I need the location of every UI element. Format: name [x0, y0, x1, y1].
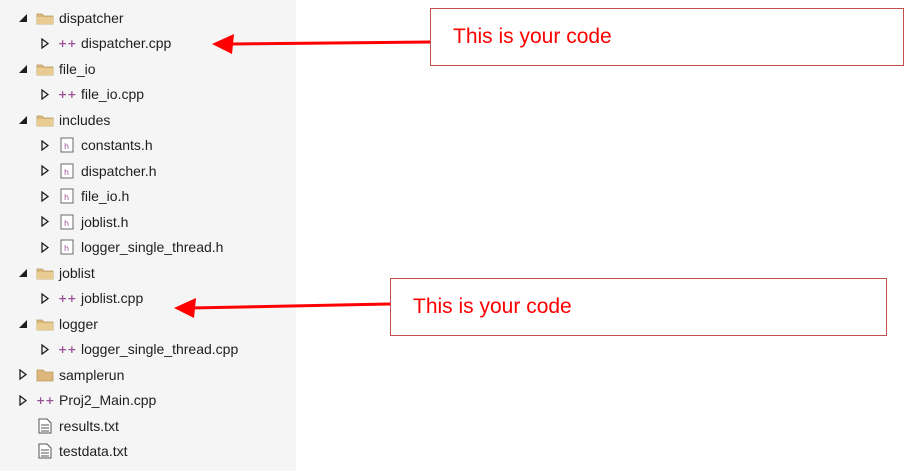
callout-text: This is your code — [413, 295, 572, 318]
svg-text:h: h — [64, 142, 69, 151]
svg-text:h: h — [64, 168, 69, 177]
collapsed-triangle-icon[interactable] — [40, 88, 50, 100]
tree-item-label: samplerun — [59, 366, 125, 383]
collapsed-triangle-icon[interactable] — [40, 343, 50, 355]
header-file-icon: h — [58, 163, 76, 179]
tree-item-logger[interactable]: logger — [0, 311, 296, 336]
tree-item-label: file_io.cpp — [81, 86, 145, 102]
tree-item-logger-single-thread-cpp[interactable]: ++ logger_single_thread.cpp — [0, 337, 296, 362]
tree-item-file-io-cpp[interactable]: ++ file_io.cpp — [0, 82, 296, 107]
tree-item-label: constants.h — [81, 137, 153, 153]
tree-item-label: file_io.h — [81, 188, 130, 204]
tree-item-label: results.txt — [59, 417, 119, 434]
tree-item-dispatcher-h[interactable]: h dispatcher.h — [0, 158, 296, 183]
tree-item-label: testdata.txt — [59, 443, 128, 459]
tree-item-constants-h[interactable]: h constants.h — [0, 133, 296, 158]
folder-open-icon — [36, 265, 54, 281]
collapsed-triangle-icon[interactable] — [40, 165, 50, 177]
folder-open-icon — [36, 112, 54, 128]
svg-text:++: ++ — [58, 292, 76, 304]
tree-item-logger-single-thread-h[interactable]: h logger_single_thread.h — [0, 235, 296, 260]
expanded-triangle-icon[interactable] — [18, 114, 28, 126]
collapsed-triangle-icon[interactable] — [40, 190, 50, 202]
svg-text:h: h — [64, 193, 69, 202]
header-file-icon: h — [58, 239, 76, 255]
cpp-file-icon: ++ — [36, 392, 54, 408]
header-file-icon: h — [58, 188, 76, 204]
collapsed-triangle-icon[interactable] — [18, 394, 28, 406]
expanded-triangle-icon[interactable] — [18, 12, 28, 24]
tree-item-dispatcher-cpp[interactable]: ++ dispatcher.cpp — [0, 31, 296, 56]
tree-item-label: joblist.h — [81, 213, 129, 230]
text-file-icon — [36, 443, 54, 459]
svg-text:h: h — [64, 244, 69, 253]
tree-item-label: logger_single_thread.cpp — [81, 341, 239, 357]
collapsed-triangle-icon[interactable] — [40, 139, 50, 151]
tree-item-file-io-h[interactable]: h file_io.h — [0, 184, 296, 209]
svg-text:++: ++ — [58, 37, 76, 49]
tree-item-label: Proj2_Main.cpp — [59, 392, 157, 408]
collapsed-triangle-icon[interactable] — [40, 241, 50, 253]
tree-item-joblist[interactable]: joblist — [0, 260, 296, 285]
text-file-icon — [36, 418, 54, 434]
tree-item-label: joblist.cpp — [81, 290, 144, 306]
svg-text:++: ++ — [36, 394, 54, 406]
expanded-triangle-icon[interactable] — [18, 318, 28, 330]
tree-item-results-txt[interactable]: results.txt — [0, 413, 296, 438]
tree-item-testdata-txt[interactable]: testdata.txt — [0, 439, 296, 464]
solution-explorer-tree: dispatcher ++ dispatcher.cpp file_io ++ file_… — [0, 0, 296, 471]
svg-text:h: h — [64, 219, 69, 228]
cpp-file-icon: ++ — [58, 290, 76, 306]
tree-item-joblist-cpp[interactable]: ++ joblist.cpp — [0, 286, 296, 311]
collapsed-triangle-icon[interactable] — [40, 37, 50, 49]
header-file-icon: h — [58, 137, 76, 153]
collapsed-triangle-icon[interactable] — [18, 369, 28, 381]
tree-item-includes[interactable]: includes — [0, 107, 296, 132]
tree-item-label: dispatcher.h — [81, 162, 157, 179]
svg-text:++: ++ — [58, 88, 76, 100]
tree-item-samplerun[interactable]: samplerun — [0, 362, 296, 387]
expanded-triangle-icon[interactable] — [18, 267, 28, 279]
tree-item-label: logger_single_thread.h — [81, 239, 224, 255]
tree-item-joblist-h[interactable]: h joblist.h — [0, 209, 296, 234]
folder-open-icon — [36, 61, 54, 77]
cpp-file-icon: ++ — [58, 341, 76, 357]
tree-item-label: logger — [59, 315, 98, 332]
expanded-triangle-icon[interactable] — [18, 63, 28, 75]
folder-icon — [36, 367, 54, 383]
callout-dispatcher: This is your code — [430, 8, 904, 66]
header-file-icon: h — [58, 214, 76, 230]
cpp-file-icon: ++ — [58, 35, 76, 51]
tree-item-dispatcher[interactable]: dispatcher — [0, 5, 296, 30]
callout-text: This is your code — [453, 25, 612, 48]
tree-item-file-io[interactable]: file_io — [0, 56, 296, 81]
svg-text:++: ++ — [58, 343, 76, 355]
callout-joblist: This is your code — [390, 278, 887, 336]
collapsed-triangle-icon[interactable] — [40, 292, 50, 304]
cpp-file-icon: ++ — [58, 86, 76, 102]
tree-item-label: dispatcher — [59, 9, 124, 26]
tree-item-label: joblist — [59, 264, 95, 281]
tree-item-proj2-main-cpp[interactable]: ++ Proj2_Main.cpp — [0, 388, 296, 413]
tree-item-label: dispatcher.cpp — [81, 35, 172, 51]
tree-item-label: file_io — [59, 60, 96, 77]
collapsed-triangle-icon[interactable] — [40, 216, 50, 228]
folder-open-icon — [36, 10, 54, 26]
folder-open-icon — [36, 316, 54, 332]
tree-item-label: includes — [59, 111, 111, 128]
